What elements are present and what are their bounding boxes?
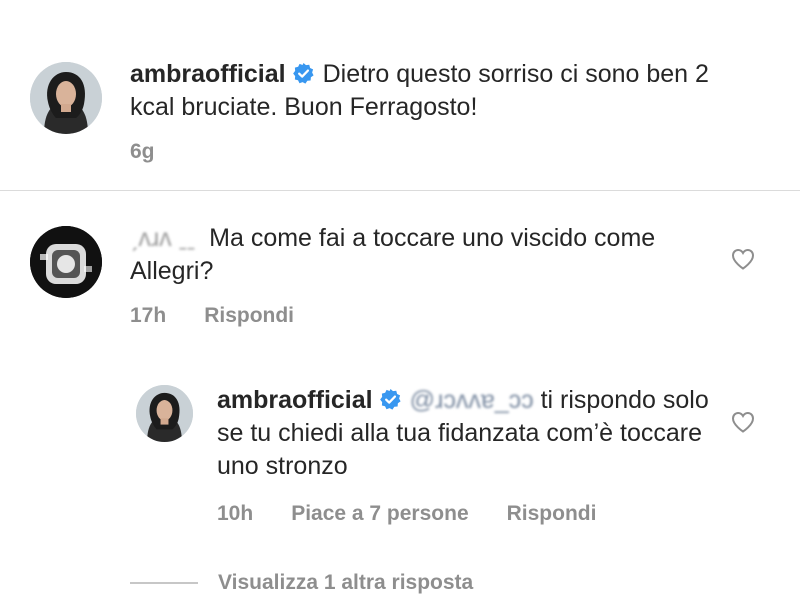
comment-body: ˏʌɹʌ ˍˍ Ma come fai a toccare uno viscid… (130, 222, 710, 288)
verified-badge-icon (292, 62, 315, 85)
comment-meta: 17h Rispondi (130, 304, 332, 328)
comment-reply-button[interactable]: Rispondi (204, 304, 294, 327)
comment-text: Ma come fai a toccare uno viscido come A… (130, 224, 656, 285)
reply-like-heart-icon[interactable] (731, 411, 755, 433)
caption-username[interactable]: ambraofficial (130, 60, 286, 88)
reply-username[interactable]: ambraofficial (217, 386, 373, 414)
caption-avatar[interactable] (30, 62, 102, 134)
replies-line (130, 582, 198, 584)
comment-timestamp: 17h (130, 304, 167, 327)
comment-like-heart-icon[interactable] (731, 248, 755, 270)
view-more-replies-button[interactable]: Visualizza 1 altra risposta (130, 568, 473, 598)
view-more-replies-label: Visualizza 1 altra risposta (218, 571, 474, 594)
reply-avatar[interactable] (136, 385, 193, 442)
comment-username[interactable]: ˏʌɹʌ ˍˍ (130, 224, 195, 252)
reply-body: ambraofficial @ɹɔʌʌɐ_ɔɔ ti rispondo solo … (217, 384, 717, 483)
reply-mention-link[interactable]: @ɹɔʌʌɐ_ɔɔ (410, 386, 534, 414)
verified-badge-icon (379, 388, 402, 411)
reply-meta: 10h Piace a 7 persone Rispondi (217, 502, 634, 526)
caption-body: ambraofficial Dietro questo sorriso ci so… (130, 58, 750, 124)
reply-reply-button[interactable]: Rispondi (507, 502, 597, 525)
reply-timestamp: 10h (217, 502, 254, 525)
caption-timestamp: 6g (130, 140, 155, 163)
reply-likes-count[interactable]: Piace a 7 persone (291, 502, 468, 525)
caption-meta: 6g (130, 140, 193, 164)
comment-avatar[interactable] (30, 226, 102, 298)
divider (0, 190, 800, 191)
